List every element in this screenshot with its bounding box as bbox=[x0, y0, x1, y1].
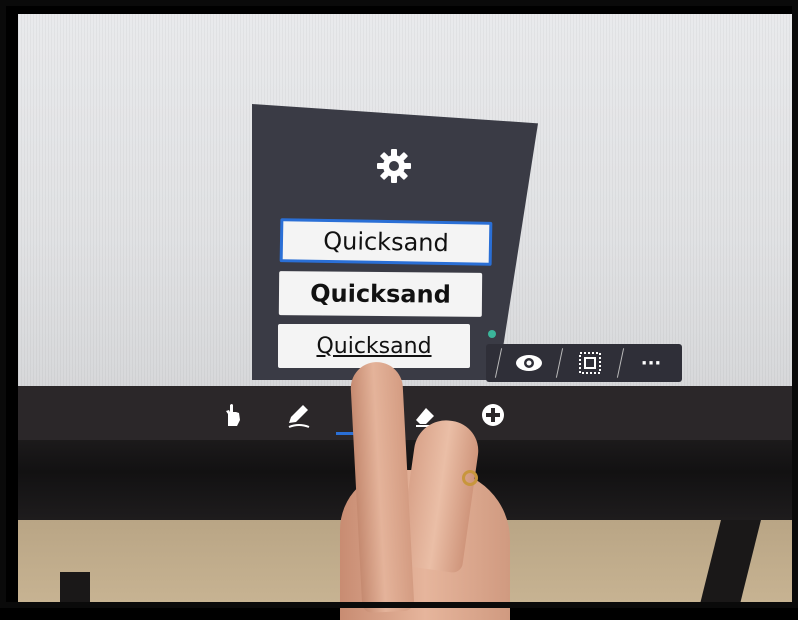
selection-box-icon[interactable] bbox=[570, 348, 610, 378]
toolbar-divider bbox=[494, 348, 503, 378]
more-label: ··· bbox=[640, 352, 662, 374]
toolbar-bezel bbox=[18, 386, 798, 440]
color-indicator bbox=[488, 330, 496, 338]
object-toolbar: ··· bbox=[486, 344, 682, 382]
font-option-label: Quicksand bbox=[310, 279, 451, 309]
gear-icon[interactable] bbox=[374, 146, 414, 186]
toolbar-divider bbox=[616, 348, 625, 378]
pen-icon[interactable] bbox=[284, 400, 314, 430]
font-option-regular[interactable]: Quicksand bbox=[279, 218, 493, 266]
add-icon[interactable] bbox=[478, 400, 508, 430]
font-option-label: Quicksand bbox=[316, 333, 432, 359]
ring bbox=[462, 470, 478, 486]
font-option-label: Quicksand bbox=[322, 226, 450, 258]
more-icon[interactable]: ··· bbox=[631, 348, 671, 378]
font-option-bold[interactable]: Quicksand bbox=[278, 271, 483, 317]
toolbar-divider bbox=[555, 348, 564, 378]
stand-leg-left bbox=[60, 572, 90, 608]
hand-pointer-icon[interactable] bbox=[218, 400, 248, 430]
eye-icon[interactable] bbox=[509, 348, 549, 378]
